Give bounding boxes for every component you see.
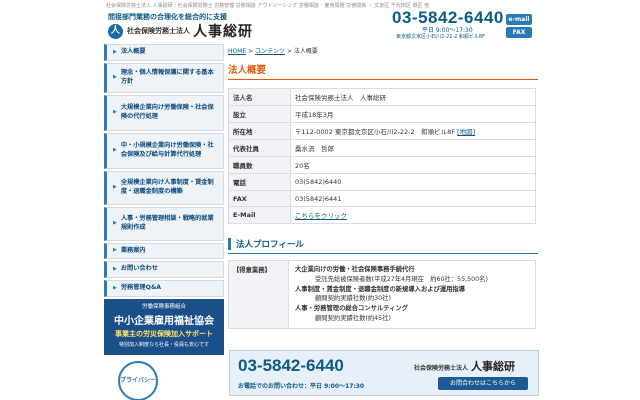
breadcrumb-home-link[interactable]: HOME — [228, 48, 246, 55]
breadcrumb-separator: > — [285, 48, 294, 55]
table-row: 職員数 20名 — [228, 156, 536, 174]
sidebar-item-philosophy[interactable]: ▶ 理念・個人情報保護に関する基本方針 — [104, 63, 224, 93]
sidebar-nav: ▶ 法人概要 ▶ 理念・個人情報保護に関する基本方針 ▶ 大規模企業向け労働保険・社会… — [104, 44, 224, 400]
sidebar-item-services[interactable]: ▶ 業務案内 — [104, 243, 224, 259]
profile-label: 【得意業務】 — [229, 261, 289, 328]
row-label: 設立 — [228, 105, 291, 123]
table-row: 設立 平成18年3月 — [228, 105, 536, 123]
profile-body: 大企業向けの労働・社会保険事務手続代行 受託先総被保険者数(平成27年4月現在 … — [289, 261, 494, 328]
sidebar-item-label: 大規模企業向け労働保険・社会保険の代行処理 — [120, 104, 214, 120]
row-value: 03(5842)6440 — [290, 173, 536, 191]
profile-line: 顧問契約実績社数(約30社) — [315, 295, 391, 303]
fax-button[interactable]: FAX — [506, 27, 532, 38]
chevron-right-icon: ▶ — [113, 265, 117, 272]
sidebar-item-large-enterprise[interactable]: ▶ 大規模企業向け労働保険・社会保険の代行処理 — [104, 95, 224, 131]
logo-mark-icon: 人 — [108, 23, 123, 39]
row-value: 03(5842)6441 — [290, 190, 536, 207]
chevron-right-icon: ▶ — [113, 109, 117, 116]
sidebar-item-label: 業務案内 — [120, 246, 146, 254]
sidebar-item-label: 全規模企業向け人事制度・賃金制度・退職金制度の構築 — [120, 179, 214, 195]
sidebar-item-sme[interactable]: ▶ 中・小規模企業向け労働保険・社会保険及び給与計算代行処理 — [104, 133, 224, 169]
row-value-cell: こちらをクリック — [290, 206, 536, 224]
site-logo[interactable]: 人 社会保険労務士法人 人事総研 — [108, 21, 253, 41]
row-label: FAX — [228, 190, 291, 207]
footer-logo: 社会保険労務士法人 人事総研 — [414, 358, 515, 374]
row-value: 20名 — [290, 156, 536, 174]
header-address: 東京都文京区小石川2-22-2 和順ビル8F — [396, 34, 485, 40]
divider — [228, 79, 538, 80]
table-row: 法人名 社会保険労務士法人 人事総研 — [228, 88, 536, 106]
sidebar-item-label: 労務管理Q&A — [120, 284, 162, 291]
sidebar-item-consulting[interactable]: ▶ 人事・労務管理相談・戦略的就業規則作成 — [104, 207, 224, 241]
footer-contact-banner: 03-5842-6440 お電話でのお問い合わせ：平日 9:00～17:30 社… — [229, 350, 539, 396]
row-label: 所在地 — [228, 122, 291, 140]
email-link[interactable]: こちらをクリック — [295, 212, 347, 220]
footer-hours: お電話でのお問い合わせ：平日 9:00～17:30 — [238, 383, 365, 390]
association-banner[interactable]: 労働保険事務組合 中小企業雇用福祉協会 事業主の労災保険加入サポート 特別加入制… — [104, 299, 224, 355]
row-label: 職員数 — [228, 156, 291, 174]
chevron-right-icon: ▶ — [113, 184, 117, 191]
chevron-right-icon: ▶ — [113, 247, 117, 254]
main-content: HOME > コンテンツ > 法人概要 法人概要 法人名 社会保険労務士法人 人事… — [228, 44, 538, 400]
table-row: 代表社員 桑水流 哲郎 — [228, 139, 536, 157]
breadcrumb-current: 法人概要 — [293, 48, 318, 55]
row-value: 桑水流 哲郎 — [290, 139, 536, 157]
header-topline: 社会保険労務士法人 人事総研｜社会保険労務士 労務管理 労務相談 アウトソーシン… — [106, 3, 430, 9]
profile-line: 人事制度・賃金制度・退職金制度の新規導入および運用指導 — [295, 285, 466, 293]
chevron-right-icon: ▶ — [113, 48, 117, 55]
breadcrumb-separator: > — [246, 48, 256, 55]
row-label: 電話 — [228, 173, 291, 191]
page-title: 法人概要 — [228, 65, 267, 76]
sidebar-item-overview[interactable]: ▶ 法人概要 — [104, 44, 224, 61]
footer-logo-name: 人事総研 — [471, 360, 516, 373]
table-row: 所在地 〒112-0002 東京都文京区小石川2-22-2 和順ビル8F [地図] — [228, 122, 536, 140]
sidebar-item-label: お問い合わせ — [120, 265, 158, 272]
profile-line: 人事・労務管理の総合コンサルティング — [295, 305, 408, 312]
profile-line: 受託先総被保険者数(平成27年4月現在 約60社：55,500名) — [315, 275, 488, 283]
email-button[interactable]: e-mail — [506, 14, 532, 25]
sidebar-item-faq[interactable]: ▶ 労務管理Q&A — [104, 280, 224, 297]
row-label: 代表社員 — [228, 139, 291, 157]
divider — [228, 253, 538, 254]
profile-line: 大企業向けの労働・社会保険事務手続代行 — [295, 266, 415, 273]
footer-phone-number: 03-5842-6440 — [238, 356, 344, 375]
contact-button[interactable]: お問合わせはこちらから — [438, 377, 528, 390]
sidebar-item-label: 理念・個人情報保護に関する基本方針 — [120, 69, 214, 85]
row-label: 法人名 — [228, 88, 291, 106]
logo-name: 人事総研 — [193, 24, 253, 40]
table-row: FAX 03(5842)6441 — [228, 190, 536, 207]
sidebar-item-hr-system[interactable]: ▶ 全規模企業向け人事制度・賃金制度・退職金制度の構築 — [104, 171, 224, 205]
table-row: E-Mail こちらをクリック — [228, 206, 536, 224]
map-link[interactable]: [地図] — [457, 128, 475, 136]
sidebar-item-label: 人事・労務管理相談・戦略的就業規則作成 — [120, 215, 214, 231]
profile-section-title: 法人プロフィール — [228, 238, 538, 250]
row-value: 平成18年3月 — [290, 105, 536, 123]
chevron-right-icon: ▶ — [113, 284, 117, 291]
row-value-cell: 〒112-0002 東京都文京区小石川2-22-2 和順ビル8F [地図] — [290, 122, 536, 140]
sidebar-item-label: 法人概要 — [120, 48, 146, 55]
footer-logo-sub: 社会保険労務士法人 — [414, 365, 469, 372]
company-info-table: 法人名 社会保険労務士法人 人事総研 設立 平成18年3月 所在地 〒112-0002… — [228, 88, 536, 224]
profile-line: 顧問契約実績社数(約45社) — [315, 314, 391, 322]
chevron-right-icon: ▶ — [113, 74, 117, 81]
row-value: 社会保険労務士法人 人事総研 — [290, 88, 536, 106]
sidebar-item-label: 中・小規模企業向け労働保険・社会保険及び給与計算代行処理 — [120, 142, 214, 158]
profile-box: 【得意業務】 大企業向けの労働・社会保険事務手続代行 受託先総被保険者数(平成2… — [228, 260, 536, 329]
breadcrumb: HOME > コンテンツ > 法人概要 — [228, 46, 538, 55]
row-value: 〒112-0002 東京都文京区小石川2-22-2 和順ビル8F — [295, 128, 455, 136]
chevron-right-icon: ▶ — [113, 220, 117, 227]
chevron-right-icon: ▶ — [113, 147, 117, 154]
logo-subtitle: 社会保険労務士法人 — [127, 27, 190, 35]
banner-title: 中小企業雇用福祉協会 — [114, 316, 214, 327]
row-label: E-Mail — [228, 206, 291, 224]
banner-line: 特別加入制度なら社長・役員も安心です — [118, 342, 209, 348]
sidebar-item-contact[interactable]: ▶ お問い合わせ — [104, 261, 224, 278]
banner-line: 事業主の労災保険加入サポート — [115, 330, 213, 338]
banner-line: 労働保険事務組合 — [141, 304, 186, 310]
site-header: 社会保険労務士法人 人事総研｜社会保険労務士 労務管理 労務相談 アウトソーシン… — [0, 0, 640, 44]
table-row: 電話 03(5842)6440 — [228, 173, 536, 191]
breadcrumb-contents-link[interactable]: コンテンツ — [255, 48, 285, 55]
privacy-mark-icon[interactable]: プライバシー — [118, 361, 158, 400]
